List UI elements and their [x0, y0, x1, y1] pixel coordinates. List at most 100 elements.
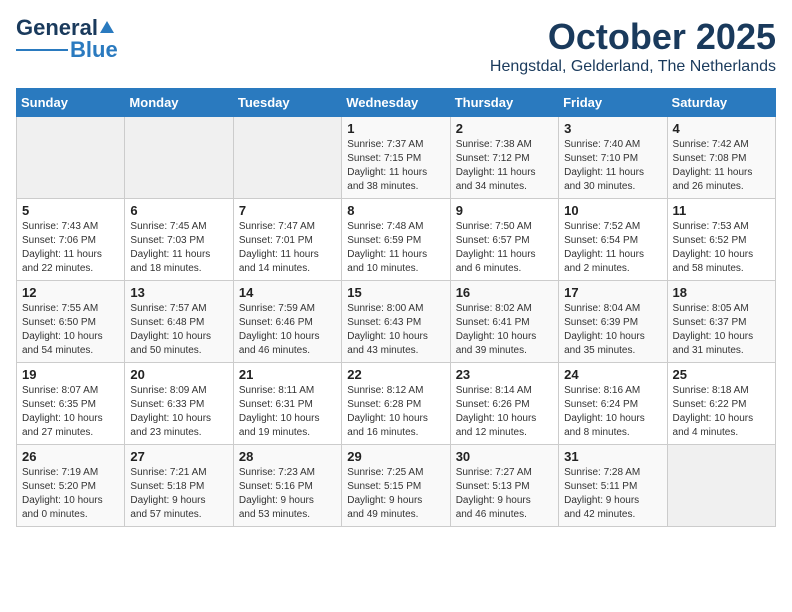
day-number: 9: [456, 203, 553, 218]
weekday-header-monday: Monday: [125, 89, 233, 117]
day-info: Sunrise: 7:21 AM Sunset: 5:18 PM Dayligh…: [130, 466, 227, 522]
day-number: 21: [239, 367, 336, 382]
day-number: 6: [130, 203, 227, 218]
logo: General Blue: [16, 16, 118, 62]
calendar-cell: 22 Sunrise: 8:12 AM Sunset: 6:28 PM Dayli…: [342, 363, 450, 445]
day-info: Sunrise: 7:28 AM Sunset: 5:11 PM Dayligh…: [564, 466, 661, 522]
calendar-cell: [667, 445, 775, 527]
day-number: 19: [22, 367, 119, 382]
day-info: Sunrise: 7:57 AM Sunset: 6:48 PM Dayligh…: [130, 302, 227, 358]
day-info: Sunrise: 8:04 AM Sunset: 6:39 PM Dayligh…: [564, 302, 661, 358]
day-number: 2: [456, 121, 553, 136]
day-info: Sunrise: 7:43 AM Sunset: 7:06 PM Dayligh…: [22, 220, 119, 276]
day-info: Sunrise: 7:47 AM Sunset: 7:01 PM Dayligh…: [239, 220, 336, 276]
day-info: Sunrise: 7:45 AM Sunset: 7:03 PM Dayligh…: [130, 220, 227, 276]
calendar-week-row: 12 Sunrise: 7:55 AM Sunset: 6:50 PM Dayli…: [17, 281, 776, 363]
day-number: 4: [673, 121, 770, 136]
weekday-header-sunday: Sunday: [17, 89, 125, 117]
calendar-cell: 17Sunrise: 8:04 AM Sunset: 6:39 PM Dayli…: [559, 281, 667, 363]
day-info: Sunrise: 7:59 AM Sunset: 6:46 PM Dayligh…: [239, 302, 336, 358]
day-info: Sunrise: 8:02 AM Sunset: 6:41 PM Dayligh…: [456, 302, 553, 358]
calendar-table: SundayMondayTuesdayWednesdayThursdayFrid…: [16, 88, 776, 527]
day-info: Sunrise: 8:12 AM Sunset: 6:28 PM Dayligh…: [347, 384, 444, 440]
calendar-cell: [125, 117, 233, 199]
day-number: 16: [456, 285, 553, 300]
calendar-cell: 4 Sunrise: 7:42 AM Sunset: 7:08 PM Daylig…: [667, 117, 775, 199]
day-number: 15: [347, 285, 444, 300]
day-info: Sunrise: 7:40 AM Sunset: 7:10 PM Dayligh…: [564, 138, 661, 194]
day-number: 27: [130, 449, 227, 464]
logo-text-blue: Blue: [70, 38, 118, 62]
calendar-cell: 29Sunrise: 7:25 AM Sunset: 5:15 PM Dayli…: [342, 445, 450, 527]
calendar-cell: 21 Sunrise: 8:11 AM Sunset: 6:31 PM Dayli…: [233, 363, 341, 445]
month-title: October 2025: [490, 16, 776, 58]
calendar-cell: 19 Sunrise: 8:07 AM Sunset: 6:35 PM Dayli…: [17, 363, 125, 445]
day-number: 20: [130, 367, 227, 382]
calendar-cell: 2 Sunrise: 7:38 AM Sunset: 7:12 PM Daylig…: [450, 117, 558, 199]
day-number: 3: [564, 121, 661, 136]
calendar-cell: 6 Sunrise: 7:45 AM Sunset: 7:03 PM Daylig…: [125, 199, 233, 281]
day-number: 14: [239, 285, 336, 300]
day-info: Sunrise: 7:27 AM Sunset: 5:13 PM Dayligh…: [456, 466, 553, 522]
calendar-cell: 25Sunrise: 8:18 AM Sunset: 6:22 PM Dayli…: [667, 363, 775, 445]
day-number: 5: [22, 203, 119, 218]
calendar-cell: 30 Sunrise: 7:27 AM Sunset: 5:13 PM Dayli…: [450, 445, 558, 527]
calendar-week-row: 26 Sunrise: 7:19 AM Sunset: 5:20 PM Dayli…: [17, 445, 776, 527]
day-number: 18: [673, 285, 770, 300]
day-info: Sunrise: 8:16 AM Sunset: 6:24 PM Dayligh…: [564, 384, 661, 440]
weekday-header-tuesday: Tuesday: [233, 89, 341, 117]
day-info: Sunrise: 7:37 AM Sunset: 7:15 PM Dayligh…: [347, 138, 444, 194]
day-number: 25: [673, 367, 770, 382]
weekday-header-thursday: Thursday: [450, 89, 558, 117]
calendar-cell: 10Sunrise: 7:52 AM Sunset: 6:54 PM Dayli…: [559, 199, 667, 281]
calendar-cell: 13 Sunrise: 7:57 AM Sunset: 6:48 PM Dayli…: [125, 281, 233, 363]
calendar-cell: 8 Sunrise: 7:48 AM Sunset: 6:59 PM Daylig…: [342, 199, 450, 281]
calendar-cell: 31 Sunrise: 7:28 AM Sunset: 5:11 PM Dayli…: [559, 445, 667, 527]
day-number: 22: [347, 367, 444, 382]
calendar-cell: 5 Sunrise: 7:43 AM Sunset: 7:06 PM Daylig…: [17, 199, 125, 281]
calendar-cell: 20 Sunrise: 8:09 AM Sunset: 6:33 PM Dayli…: [125, 363, 233, 445]
page-header: General Blue October 2025 Hengstdal, Gel…: [16, 16, 776, 76]
day-info: Sunrise: 8:11 AM Sunset: 6:31 PM Dayligh…: [239, 384, 336, 440]
calendar-week-row: 19 Sunrise: 8:07 AM Sunset: 6:35 PM Dayli…: [17, 363, 776, 445]
day-number: 12: [22, 285, 119, 300]
day-number: 28: [239, 449, 336, 464]
calendar-cell: 28 Sunrise: 7:23 AM Sunset: 5:16 PM Dayli…: [233, 445, 341, 527]
day-info: Sunrise: 7:50 AM Sunset: 6:57 PM Dayligh…: [456, 220, 553, 276]
calendar-week-row: 5 Sunrise: 7:43 AM Sunset: 7:06 PM Daylig…: [17, 199, 776, 281]
day-info: Sunrise: 8:05 AM Sunset: 6:37 PM Dayligh…: [673, 302, 770, 358]
calendar-cell: 15 Sunrise: 8:00 AM Sunset: 6:43 PM Dayli…: [342, 281, 450, 363]
day-info: Sunrise: 7:42 AM Sunset: 7:08 PM Dayligh…: [673, 138, 770, 194]
day-info: Sunrise: 8:09 AM Sunset: 6:33 PM Dayligh…: [130, 384, 227, 440]
location-subtitle: Hengstdal, Gelderland, The Netherlands: [490, 58, 776, 76]
day-number: 23: [456, 367, 553, 382]
calendar-cell: 27 Sunrise: 7:21 AM Sunset: 5:18 PM Dayli…: [125, 445, 233, 527]
day-number: 8: [347, 203, 444, 218]
day-info: Sunrise: 8:00 AM Sunset: 6:43 PM Dayligh…: [347, 302, 444, 358]
calendar-cell: 7Sunrise: 7:47 AM Sunset: 7:01 PM Daylig…: [233, 199, 341, 281]
calendar-cell: 12 Sunrise: 7:55 AM Sunset: 6:50 PM Dayli…: [17, 281, 125, 363]
calendar-cell: 3 Sunrise: 7:40 AM Sunset: 7:10 PM Daylig…: [559, 117, 667, 199]
weekday-header-row: SundayMondayTuesdayWednesdayThursdayFrid…: [17, 89, 776, 117]
day-number: 24: [564, 367, 661, 382]
calendar-cell: 26 Sunrise: 7:19 AM Sunset: 5:20 PM Dayli…: [17, 445, 125, 527]
day-info: Sunrise: 7:38 AM Sunset: 7:12 PM Dayligh…: [456, 138, 553, 194]
day-info: Sunrise: 8:14 AM Sunset: 6:26 PM Dayligh…: [456, 384, 553, 440]
day-info: Sunrise: 7:53 AM Sunset: 6:52 PM Dayligh…: [673, 220, 770, 276]
day-info: Sunrise: 7:23 AM Sunset: 5:16 PM Dayligh…: [239, 466, 336, 522]
day-number: 31: [564, 449, 661, 464]
day-info: Sunrise: 7:19 AM Sunset: 5:20 PM Dayligh…: [22, 466, 119, 522]
title-block: October 2025 Hengstdal, Gelderland, The …: [490, 16, 776, 76]
day-number: 11: [673, 203, 770, 218]
calendar-cell: [17, 117, 125, 199]
day-number: 30: [456, 449, 553, 464]
day-number: 1: [347, 121, 444, 136]
calendar-cell: 14 Sunrise: 7:59 AM Sunset: 6:46 PM Dayli…: [233, 281, 341, 363]
day-number: 13: [130, 285, 227, 300]
calendar-cell: 16 Sunrise: 8:02 AM Sunset: 6:41 PM Dayli…: [450, 281, 558, 363]
day-info: Sunrise: 7:55 AM Sunset: 6:50 PM Dayligh…: [22, 302, 119, 358]
calendar-cell: 1 Sunrise: 7:37 AM Sunset: 7:15 PM Daylig…: [342, 117, 450, 199]
day-number: 26: [22, 449, 119, 464]
day-info: Sunrise: 8:07 AM Sunset: 6:35 PM Dayligh…: [22, 384, 119, 440]
day-info: Sunrise: 7:48 AM Sunset: 6:59 PM Dayligh…: [347, 220, 444, 276]
